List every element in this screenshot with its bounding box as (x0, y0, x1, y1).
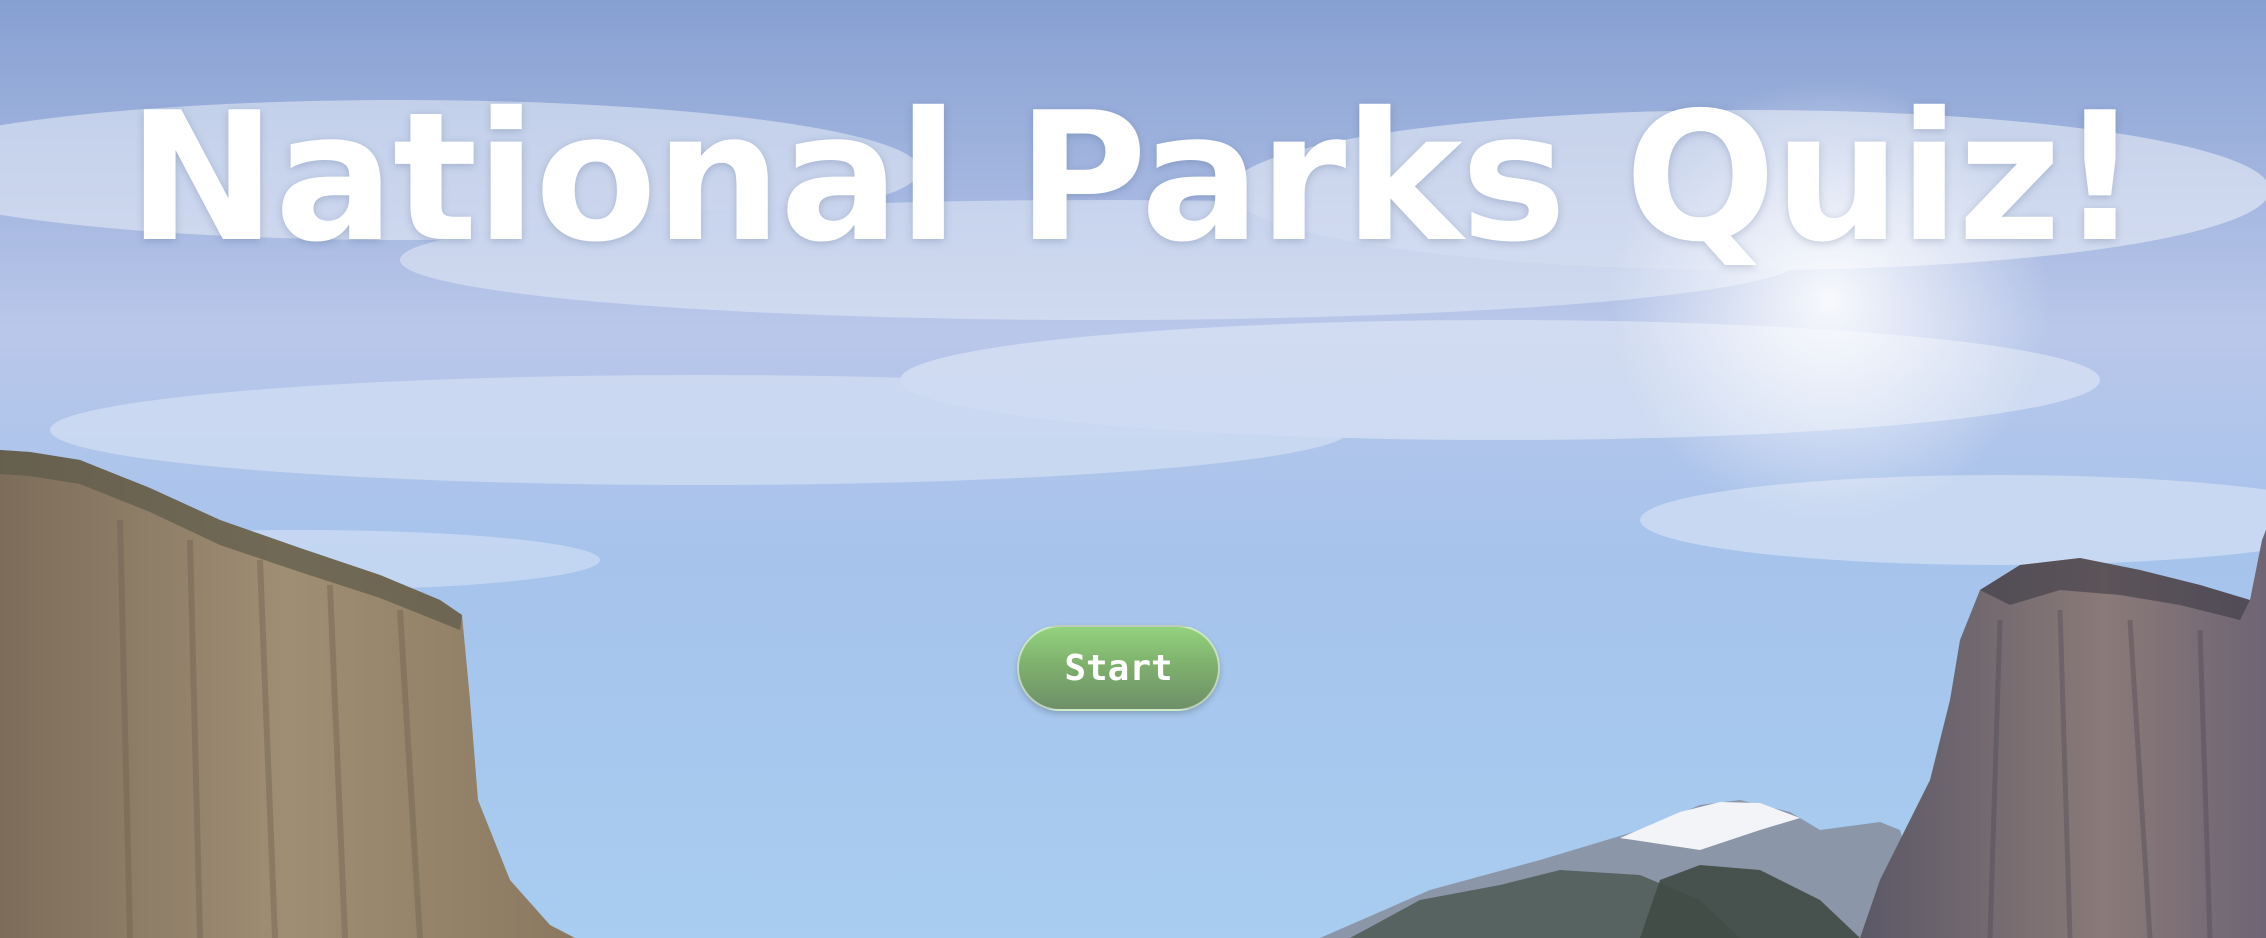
page-title: National Parks Quiz! (127, 74, 2141, 282)
start-button[interactable]: Start (1017, 625, 1220, 711)
